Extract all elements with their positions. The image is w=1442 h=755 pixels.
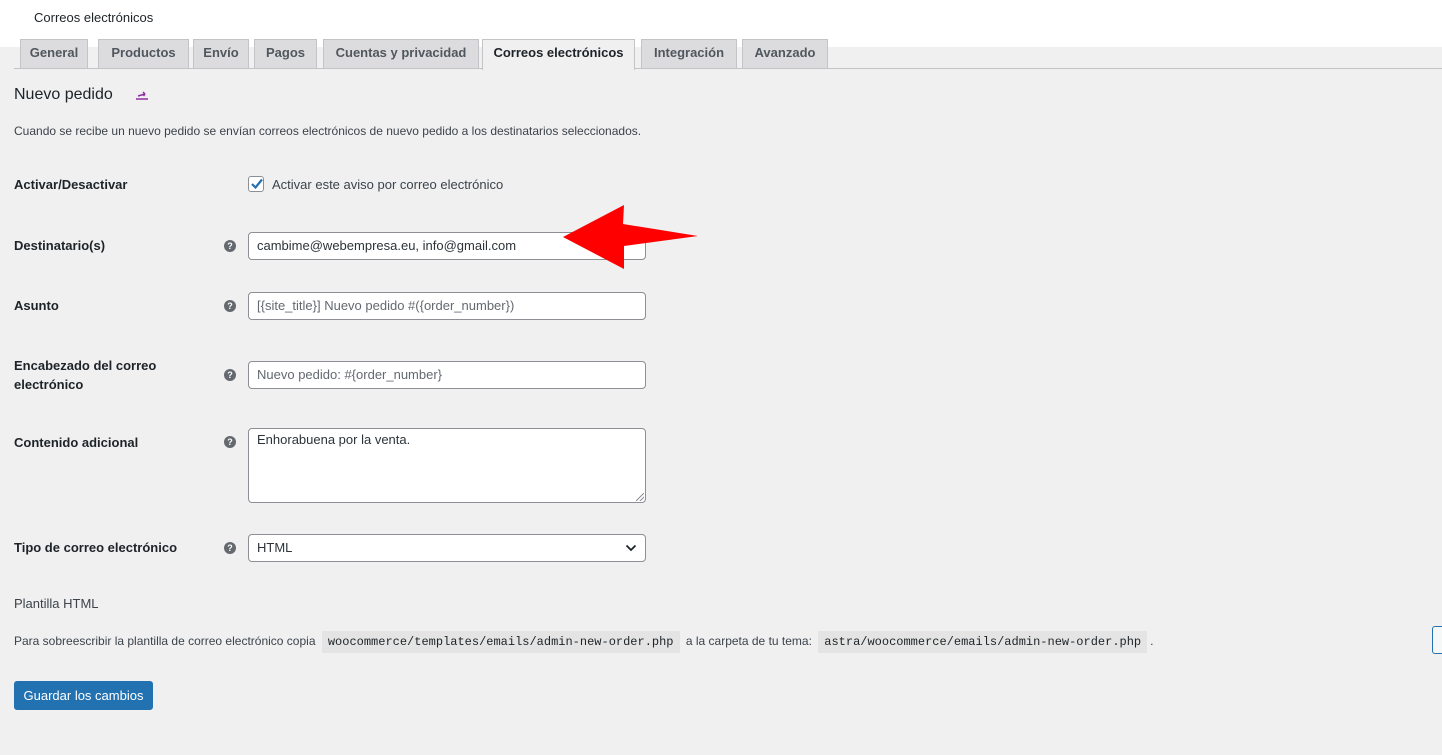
template-theme-path: astra/woocommerce/emails/admin-new-order… [818, 631, 1148, 653]
email-heading-label: Encabezado del correo electrónico [14, 358, 157, 392]
recipient-label: Destinatario(s) [14, 238, 106, 253]
tab-productos[interactable]: Productos [98, 39, 189, 68]
template-instructions: Para sobreescribir la plantilla de corre… [14, 630, 1153, 653]
help-icon[interactable]: ? [224, 300, 236, 312]
subject-label: Asunto [14, 298, 59, 313]
email-heading-field[interactable]: Nuevo pedido: #{order_number} [248, 361, 646, 389]
help-icon[interactable]: ? [224, 369, 236, 381]
enable-label: Activar/Desactivar [14, 177, 128, 192]
help-icon[interactable]: ? [224, 542, 236, 554]
template-text-after: . [1150, 634, 1154, 648]
tab-correos-electronicos[interactable]: Correos electrónicos [482, 39, 635, 70]
tab-envio[interactable]: Envío [193, 39, 249, 68]
tab-integracion[interactable]: Integración [641, 39, 737, 68]
enable-checkbox[interactable] [248, 176, 264, 192]
tab-cuentas-privacidad[interactable]: Cuentas y privacidad [323, 39, 479, 68]
template-text-middle: a la carpeta de tu tema: [685, 634, 812, 648]
section-description: Cuando se recibe un nuevo pedido se enví… [14, 124, 642, 138]
tab-general[interactable]: General [20, 39, 88, 68]
chevron-down-icon [625, 544, 637, 552]
template-heading: Plantilla HTML [14, 596, 99, 611]
back-up-arrow-icon[interactable] [134, 86, 150, 102]
enable-checkbox-label[interactable]: Activar este aviso por correo electrónic… [272, 177, 503, 192]
tab-avanzado[interactable]: Avanzado [742, 39, 828, 68]
save-button[interactable]: Guardar los cambios [14, 681, 153, 710]
help-icon[interactable]: ? [224, 240, 236, 252]
annotation-arrow-icon [563, 205, 698, 269]
template-text-before: Para sobreescribir la plantilla de corre… [14, 634, 316, 648]
email-type-label: Tipo de correo electrónico [14, 540, 178, 555]
template-source-path: woocommerce/templates/emails/admin-new-o… [321, 631, 680, 653]
checkmark-icon [251, 178, 263, 190]
copy-file-button[interactable] [1432, 626, 1442, 654]
additional-content-text: Enhorabuena por la venta. [257, 432, 411, 447]
tab-divider [14, 68, 1442, 69]
section-heading: Nuevo pedido [14, 86, 113, 103]
additional-content-textarea[interactable]: Enhorabuena por la venta. [248, 428, 646, 503]
help-icon[interactable]: ? [224, 436, 236, 448]
page-title: Correos electrónicos [34, 10, 154, 25]
email-type-value: HTML [257, 540, 293, 555]
additional-content-label: Contenido adicional [14, 435, 139, 450]
resize-handle[interactable] [636, 493, 644, 501]
tab-pagos[interactable]: Pagos [254, 39, 317, 68]
email-type-select[interactable]: HTML [248, 534, 646, 562]
subject-field[interactable]: [{site_title}] Nuevo pedido #({order_num… [248, 292, 646, 320]
